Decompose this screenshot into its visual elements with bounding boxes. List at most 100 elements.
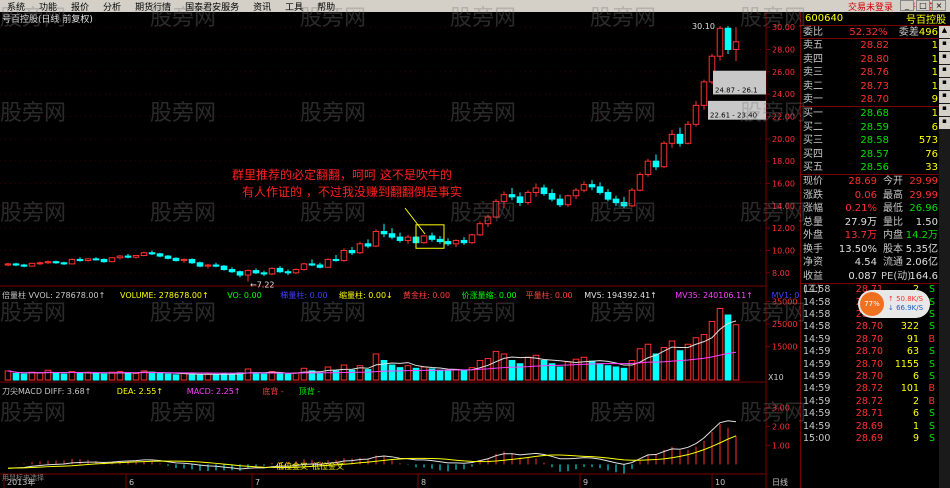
volume-bar: [92, 373, 100, 381]
candle-body: [420, 235, 428, 244]
price-tick-label: 16.00: [772, 180, 795, 189]
volume-bar: [516, 363, 524, 381]
tool-icon-5[interactable]: ▪: [939, 91, 950, 103]
volume-bar: [228, 373, 236, 381]
vol-header-item: MV5: 194392.41↑: [584, 291, 657, 300]
chart-title: 号百控股(日线 前复权): [2, 13, 93, 25]
menu-item-6[interactable]: 资讯: [246, 0, 278, 13]
vol-header-item: 平量柱: 0.00: [526, 290, 573, 300]
volume-bar: [316, 372, 324, 381]
tool-icon-1[interactable]: ▪: [939, 39, 950, 51]
volume-bar: [28, 371, 36, 381]
ask-row: 卖四 28.80 1: [803, 53, 938, 65]
volume-bar: [260, 373, 268, 381]
menu-hot-0[interactable]: 交易未登录: [841, 0, 900, 13]
candle-body: [516, 196, 524, 203]
vol-tick-label: 25000: [772, 320, 797, 329]
tool-icon-2[interactable]: ▪: [939, 52, 950, 64]
quote-panel: 600640 号百控股 委比 52.32% 委差 496 卖五 28.82 1 卖四 2…: [800, 12, 950, 488]
price-tick-label: 18.00: [772, 157, 795, 166]
candle-body: [508, 194, 516, 198]
volume-bar: [20, 373, 28, 381]
minimize-icon[interactable]: _: [900, 0, 914, 11]
candle-body: [204, 264, 212, 267]
candle-body: [292, 268, 300, 274]
candle-body: [428, 235, 436, 240]
candle-body: [692, 104, 700, 125]
ask-row: 卖二 28.73 1: [803, 80, 938, 92]
candle-body: [732, 41, 740, 50]
stock-chart[interactable]: 号百控股(日线 前复权) 30.00 28.00 26.00 24.00 22.00 20.…: [0, 12, 806, 488]
candle-body: [60, 262, 68, 265]
tool-icon-6[interactable]: ▪: [939, 104, 950, 116]
candle-body: [12, 263, 20, 266]
candle-body: [636, 174, 644, 191]
tool-icon-7[interactable]: ▪: [939, 117, 950, 129]
tick-row: 14:59 28.71 6 S: [803, 408, 935, 420]
date-tick-label: 6: [129, 478, 134, 487]
candle-body: [156, 253, 164, 257]
vol-header-item: 梯量柱: 0.00: [280, 290, 327, 300]
volume-bar: [612, 366, 620, 381]
low-label: ←7.22: [250, 281, 275, 290]
menu-item-0[interactable]: 系统: [0, 0, 32, 13]
menu-item-1[interactable]: 功能: [32, 0, 64, 13]
volume-bar: [60, 373, 68, 381]
candle-body: [308, 263, 316, 266]
window-controls: _ □ ×: [900, 0, 946, 11]
stat-row: 现价 28.69 今开 29.99: [803, 176, 938, 188]
candle-body: [252, 270, 260, 274]
stat-row: 净资 4.54 流通 2.06亿: [803, 257, 938, 269]
volume-bar: [148, 371, 156, 381]
maximize-icon[interactable]: □: [916, 0, 930, 11]
candle-body: [396, 236, 404, 241]
chart-area[interactable]: 号百控股(日线 前复权) 30.00 28.00 26.00 24.00 22.00 20.…: [0, 12, 806, 488]
close-icon[interactable]: ×: [932, 0, 946, 11]
macd-label-a: 低位金叉: [276, 461, 308, 471]
candle-body: [172, 257, 180, 262]
network-speed-widget[interactable]: 77% ↑ 50.8K/S ↓ 66.9K/S: [858, 290, 930, 318]
scroll-up-icon[interactable]: ▲: [939, 26, 950, 38]
candle-body: [628, 189, 636, 207]
stat-row: 总量 27.9万 量比 1.50: [803, 216, 938, 228]
annotation-line-2: 有人作证的 ，不过我没赚到翻翻倒是事实: [242, 184, 462, 199]
menu-item-7[interactable]: 工具: [278, 0, 310, 13]
macd-tick-label: 2.00: [772, 422, 790, 431]
volume-bar: [460, 369, 468, 381]
weibi-row: 委比 52.32% 委差 496: [801, 26, 950, 40]
candle-body: [716, 27, 724, 57]
candle-body: [196, 262, 204, 267]
candle-body: [228, 268, 236, 273]
volume-bar: [12, 373, 20, 381]
volume-bar: [84, 371, 92, 381]
volume-bar: [556, 366, 564, 381]
candle-body: [564, 195, 572, 206]
tool-icon-3[interactable]: ▪: [939, 65, 950, 77]
macd-header-item: MACD: 2.25↑: [187, 387, 241, 396]
menu-item-8[interactable]: 帮助: [310, 0, 342, 13]
candle-body: [212, 264, 220, 267]
menu-item-4[interactable]: 期货行情: [128, 0, 178, 13]
side-scrollbar[interactable]: ▲ ▪ ▪ ▪ ▪ ▪ ▪ ▪: [939, 26, 950, 488]
candle-body: [524, 191, 532, 203]
candle-body: [332, 258, 340, 262]
tool-icon-4[interactable]: ▪: [939, 78, 950, 90]
vol-header-item: MV35: 240106.11↑: [675, 291, 753, 300]
volume-bar: [548, 363, 556, 381]
date-tick-label: 9: [583, 478, 588, 487]
tick-row: 14:59 28.70 6 S: [803, 371, 935, 383]
stock-name: 号百控股: [906, 15, 946, 26]
candle-body: [604, 191, 612, 200]
candle-body: [244, 270, 252, 276]
volume-bar: [652, 353, 660, 381]
cpu-percent: 77%: [860, 292, 884, 316]
candle-body: [556, 198, 564, 206]
bid-row: 买三 28.58 573: [803, 135, 938, 147]
volume-bar: [492, 350, 500, 381]
volume-bar: [244, 368, 252, 381]
menu-item-2[interactable]: 报价: [64, 0, 96, 13]
menu-item-5[interactable]: 国泰君安服务: [178, 0, 246, 13]
volume-bar: [708, 321, 716, 381]
price-box-2-label: 22.61 - 23.40: [710, 112, 757, 120]
menu-item-3[interactable]: 分析: [96, 0, 128, 13]
